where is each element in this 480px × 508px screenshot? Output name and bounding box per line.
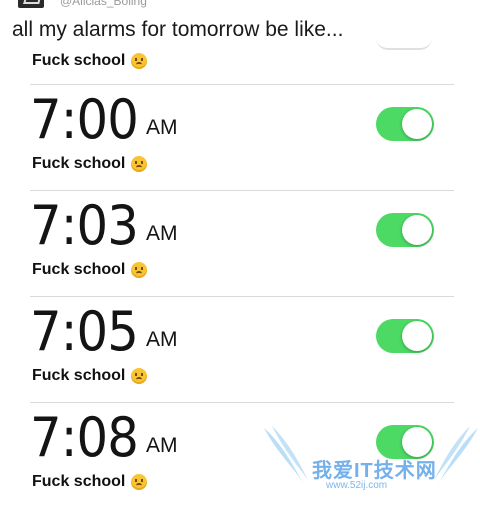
alarm-row[interactable]: 7:03 AM Fuck school: [30, 191, 454, 297]
tweet-caption: all my alarms for tomorrow be like...: [12, 18, 344, 41]
alarm-time: 7:08: [30, 406, 139, 469]
alarm-list: Fuck school 7:00 AM Fuck school 7:03 AM …: [0, 44, 480, 508]
toggle-knob: [402, 427, 432, 457]
toggle-knob: [402, 215, 432, 245]
alarm-row[interactable]: 7:00 AM Fuck school: [30, 85, 454, 191]
alarm-row-partial[interactable]: Fuck school: [30, 44, 454, 85]
toggle-partial[interactable]: [376, 38, 432, 50]
alarm-ampm: AM: [146, 434, 178, 457]
avatar[interactable]: [18, 0, 44, 8]
toggle-knob: [402, 321, 432, 351]
upside-down-face-icon: [131, 368, 148, 384]
upside-down-face-icon: [131, 156, 148, 172]
alarm-label: Fuck school: [32, 52, 148, 70]
alarm-ampm: AM: [146, 222, 178, 245]
alarm-toggle[interactable]: [376, 213, 434, 247]
user-handle[interactable]: @Alicias_Boling: [60, 0, 147, 8]
toggle-knob: [402, 109, 432, 139]
alarm-time: 7:00: [30, 88, 139, 151]
alarm-toggle[interactable]: [376, 107, 434, 141]
upside-down-face-icon: [131, 262, 148, 278]
alarm-label: Fuck school: [32, 155, 148, 173]
alarm-label: Fuck school: [32, 261, 148, 279]
alarm-ampm: AM: [146, 328, 178, 351]
alarm-toggle[interactable]: [376, 319, 434, 353]
alarm-row[interactable]: 7:08 AM Fuck school: [30, 403, 454, 508]
tweet-header: @Alicias_Boling: [0, 0, 480, 14]
alarm-toggle[interactable]: [376, 425, 434, 459]
upside-down-face-icon: [131, 474, 148, 490]
alarm-ampm: AM: [146, 116, 178, 139]
alarm-label: Fuck school: [32, 473, 148, 491]
alarm-time: 7:05: [30, 300, 139, 363]
alarm-row[interactable]: 7:05 AM Fuck school: [30, 297, 454, 403]
alarm-time: 7:03: [30, 194, 139, 257]
upside-down-face-icon: [131, 53, 148, 69]
alarm-label: Fuck school: [32, 367, 148, 385]
